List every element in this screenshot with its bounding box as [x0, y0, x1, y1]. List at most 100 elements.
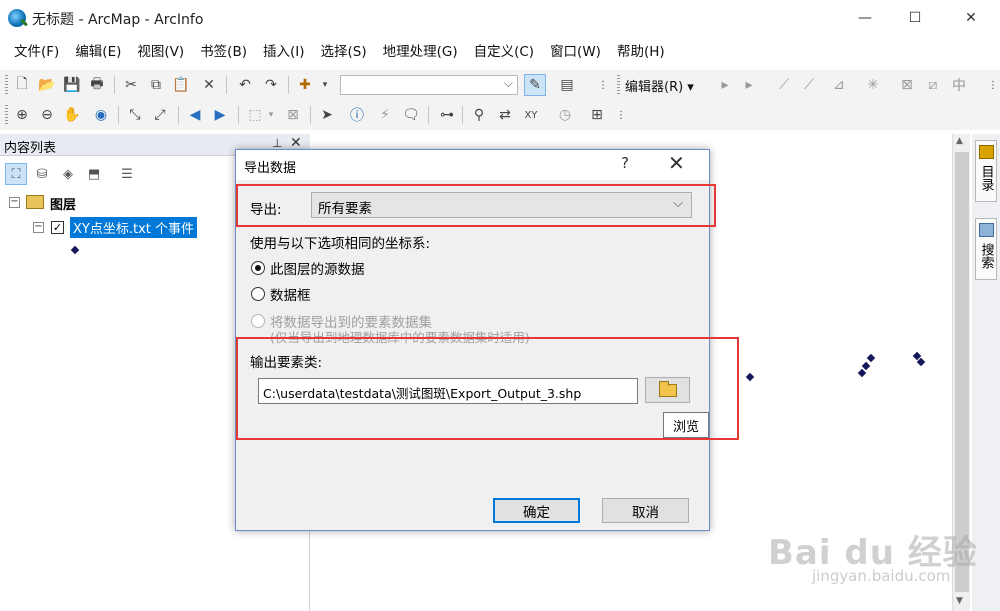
toc-options-icon[interactable]: ☰	[116, 163, 138, 185]
cancel-button[interactable]: 取消	[602, 498, 689, 523]
radio-feature-dataset[interactable]	[251, 314, 265, 328]
toolbar-grip[interactable]	[5, 75, 8, 95]
radio-layer-source[interactable]	[251, 261, 265, 275]
editor-toolbar-icon[interactable]: ✎	[524, 74, 546, 96]
find-route-icon[interactable]: ⇄	[496, 106, 514, 124]
tools-overflow-icon[interactable]: ⋮	[612, 106, 630, 124]
toolbar-separator	[226, 76, 227, 94]
clear-selection-icon[interactable]: ⊠	[284, 106, 302, 124]
cut-icon[interactable]: ✂	[122, 76, 140, 94]
coordinate-system-label: 使用与以下选项相同的坐标系:	[250, 236, 431, 252]
map-scale-combo[interactable]	[340, 75, 518, 95]
zoom-out-icon[interactable]: ⊖	[38, 106, 56, 124]
endpoint-arc-icon[interactable]: ⟋	[800, 76, 818, 94]
toolbar-overflow-icon[interactable]: ⋮	[594, 76, 612, 94]
time-slider-icon[interactable]: ◷	[556, 106, 574, 124]
add-data-dropdown-icon[interactable]: ▾	[316, 76, 334, 94]
select-elements-pointer-icon[interactable]: ➤	[318, 106, 336, 124]
radio-layer-source-label: 此图层的源数据	[270, 262, 365, 278]
editor-overflow-icon[interactable]: ⋮	[984, 76, 1000, 94]
toolbar-separator	[178, 106, 179, 124]
menu-selection[interactable]: 选择(S)	[312, 39, 374, 65]
fixed-zoom-out-icon[interactable]: ⤢	[151, 106, 169, 124]
toolbar-separator	[428, 106, 429, 124]
list-by-selection-icon[interactable]: ⬒	[83, 163, 105, 185]
fixed-zoom-in-icon[interactable]: ⤡	[126, 106, 144, 124]
export-highlight-box	[236, 184, 716, 227]
pin-icon[interactable]: ⊥	[272, 136, 282, 150]
add-data-icon[interactable]: ✚	[296, 76, 314, 94]
dialog-help-button[interactable]: ?	[621, 154, 629, 172]
menu-view[interactable]: 视图(V)	[129, 39, 192, 65]
go-back-arrow-icon[interactable]: ◀	[186, 106, 204, 124]
arctoolbox-window-icon[interactable]: ▤	[558, 76, 576, 94]
reshape-icon[interactable]: ⧄	[924, 76, 942, 94]
go-forward-arrow-icon[interactable]: ▶	[211, 106, 229, 124]
save-icon[interactable]: 💾	[63, 76, 81, 94]
close-window-button[interactable]: ✕	[948, 0, 994, 36]
menu-insert[interactable]: 插入(I)	[255, 39, 313, 65]
editor-menu[interactable]: 编辑器(R) ▾	[625, 76, 694, 95]
create-viewer-window-icon[interactable]: ⊞	[588, 106, 606, 124]
list-by-visibility-icon[interactable]: ◈	[57, 163, 79, 185]
search-window-icon	[979, 223, 994, 237]
menu-bookmarks[interactable]: 书签(B)	[192, 39, 255, 65]
radio-data-frame[interactable]	[251, 287, 265, 301]
hyperlink-icon[interactable]: ⚡	[376, 106, 394, 124]
map-point	[866, 353, 876, 363]
layer-visibility-checkbox[interactable]: ✓	[51, 221, 64, 234]
edit-tool-icon[interactable]: ▸	[716, 76, 734, 94]
toolbar-grip[interactable]	[617, 75, 620, 95]
menu-file[interactable]: 文件(F)	[6, 39, 67, 65]
toolbar-grip[interactable]	[5, 105, 8, 125]
dialog-titlebar: 导出数据 ? ✕	[236, 150, 709, 180]
scroll-up-icon[interactable]: ▲	[956, 136, 963, 146]
layers-collapse-toggle[interactable]: −	[9, 197, 20, 208]
edit-vertices-icon[interactable]: ⊠	[898, 76, 916, 94]
print-icon[interactable]: 🖶	[88, 76, 106, 94]
menu-help[interactable]: 帮助(H)	[609, 39, 673, 65]
zoom-in-icon[interactable]: ⊕	[13, 106, 31, 124]
ok-button[interactable]: 确定	[493, 498, 580, 523]
tools-toolbar: ⊕ ⊖ ✋ ◉ ⤡ ⤢ ◀ ▶ ⬚ ▾ ⊠ ➤ ⓘ ⚡ 🗨 ⊶ ⚲ ⇄ XY ◷…	[0, 100, 1000, 130]
pan-hand-icon[interactable]: ✋	[63, 106, 81, 124]
edit-annotation-icon[interactable]: ▸	[740, 76, 758, 94]
menu-window[interactable]: 窗口(W)	[542, 39, 609, 65]
menu-customize[interactable]: 自定义(C)	[466, 39, 542, 65]
select-dropdown-icon[interactable]: ▾	[262, 106, 280, 124]
delete-icon[interactable]: ✕	[200, 76, 218, 94]
list-by-drawing-order-icon[interactable]: ⛶	[5, 163, 27, 185]
full-extent-globe-icon[interactable]: ◉	[92, 106, 110, 124]
split-icon[interactable]: 中	[950, 76, 968, 94]
open-folder-icon[interactable]: 📂	[38, 76, 56, 94]
dialog-close-button[interactable]: ✕	[668, 151, 685, 175]
point-icon[interactable]: ✳	[864, 76, 882, 94]
undo-icon[interactable]: ↶	[236, 76, 254, 94]
layer-collapse-toggle[interactable]: −	[33, 222, 44, 233]
identify-icon[interactable]: ⓘ	[348, 106, 366, 124]
go-to-xy-icon[interactable]: XY	[522, 106, 540, 124]
scroll-down-icon[interactable]: ▼	[956, 596, 963, 606]
toolbar-separator	[114, 76, 115, 94]
measure-icon[interactable]: ⊶	[438, 106, 456, 124]
layer-name[interactable]: XY点坐标.txt 个事件	[70, 217, 197, 238]
search-tab[interactable]: 搜索	[975, 218, 997, 280]
copy-icon[interactable]: ⧉	[147, 76, 165, 94]
new-document-icon[interactable]: 🗋	[13, 76, 31, 94]
output-highlight-box	[236, 337, 739, 440]
catalog-tab[interactable]: 目录	[975, 140, 997, 202]
find-binoculars-icon[interactable]: ⚲	[470, 106, 488, 124]
trace-icon[interactable]: ⊿	[830, 76, 848, 94]
html-popup-icon[interactable]: 🗨	[402, 106, 420, 124]
menu-geoprocessing[interactable]: 地理处理(G)	[375, 39, 466, 65]
paste-icon[interactable]: 📋	[172, 76, 190, 94]
menu-edit[interactable]: 编辑(E)	[67, 39, 129, 65]
watermark-url: jingyan.baidu.com	[812, 567, 951, 585]
straight-segment-icon[interactable]: ⟋	[775, 76, 793, 94]
redo-icon[interactable]: ↷	[262, 76, 280, 94]
point-symbol-icon	[70, 245, 80, 255]
minimize-button[interactable]: —	[842, 0, 888, 36]
list-by-source-icon[interactable]: ⛁	[31, 163, 53, 185]
maximize-button[interactable]: ☐	[892, 0, 938, 36]
window-title: 无标题 - ArcMap - ArcInfo	[32, 12, 204, 28]
